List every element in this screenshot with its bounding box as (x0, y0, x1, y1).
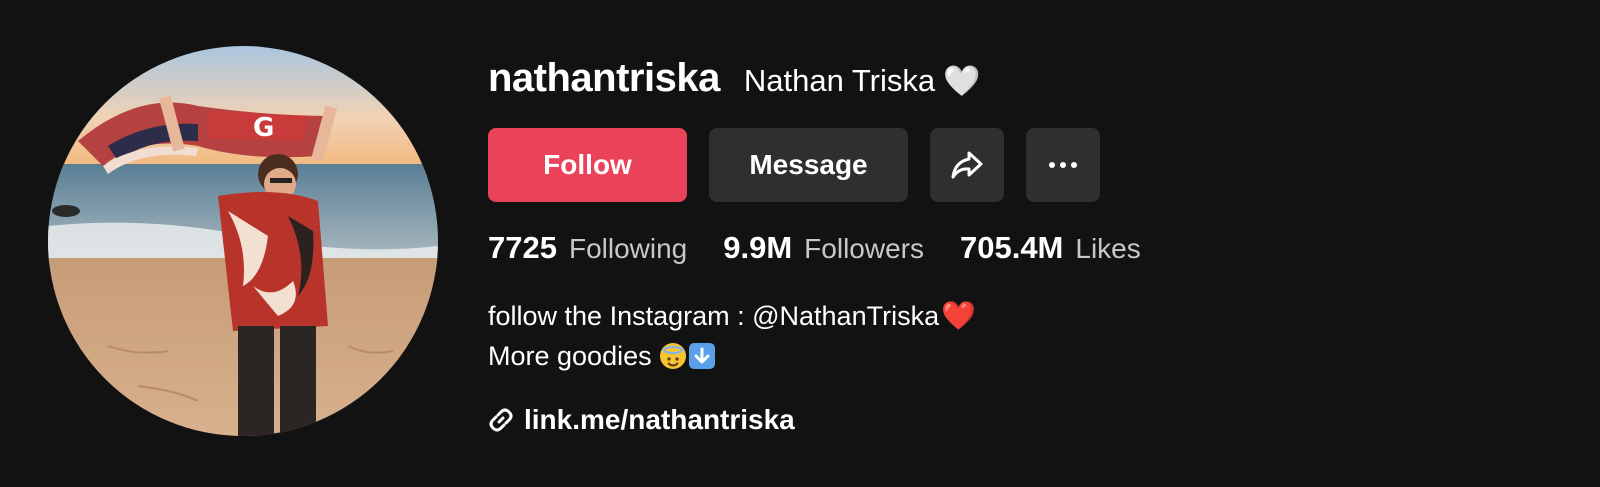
more-options-button[interactable] (1026, 128, 1100, 202)
white-heart-icon: 🤍 (943, 65, 981, 98)
profile-header: G nathantriska Nathan Triska 🤍 Follow Me… (0, 0, 1600, 487)
avatar-photo: G (48, 46, 438, 436)
likes-count: 705.4M (959, 230, 1064, 265)
username: nathantriska (488, 56, 720, 100)
following-count: 7725 (488, 230, 557, 265)
share-button[interactable] (930, 128, 1004, 202)
smiling-halo-icon (659, 343, 686, 369)
profile-stats: 7725 Following 9.9M Followers 705.4M Lik… (488, 230, 1568, 270)
bio-text: More goodies (488, 341, 652, 371)
message-button[interactable]: Message (709, 128, 908, 202)
link-icon (488, 406, 516, 434)
followers-label: Followers (804, 233, 924, 264)
profile-info: nathantriska Nathan Triska 🤍 Follow Mess… (488, 56, 1568, 440)
follow-button[interactable]: Follow (488, 128, 687, 202)
stat-following[interactable]: 7725 Following (488, 230, 687, 266)
bio: follow the Instagram : @NathanTriska ❤️ … (488, 296, 1568, 376)
bio-line: More goodies (488, 336, 1568, 376)
followers-count: 9.9M (723, 230, 793, 265)
action-buttons: Follow Message (488, 128, 1568, 202)
following-label: Following (568, 233, 688, 264)
more-icon (1049, 162, 1077, 168)
down-arrow-icon (688, 343, 715, 369)
svg-text:G: G (253, 113, 274, 143)
name-row: nathantriska Nathan Triska 🤍 (488, 56, 1568, 106)
bio-line: follow the Instagram : @NathanTriska ❤️ (488, 296, 1568, 336)
display-name: Nathan Triska (743, 63, 936, 98)
profile-link-text[interactable]: link.me/nathantriska (524, 404, 795, 436)
profile-link[interactable]: link.me/nathantriska (488, 400, 1568, 440)
red-heart-icon: ❤️ (941, 300, 976, 331)
share-icon (951, 151, 983, 179)
stat-likes: 705.4M Likes (960, 230, 1141, 266)
stat-followers[interactable]: 9.9M Followers (723, 230, 924, 266)
avatar[interactable]: G (48, 46, 438, 436)
bio-text: follow the Instagram : @NathanTriska (488, 301, 940, 331)
likes-label: Likes (1075, 233, 1141, 264)
